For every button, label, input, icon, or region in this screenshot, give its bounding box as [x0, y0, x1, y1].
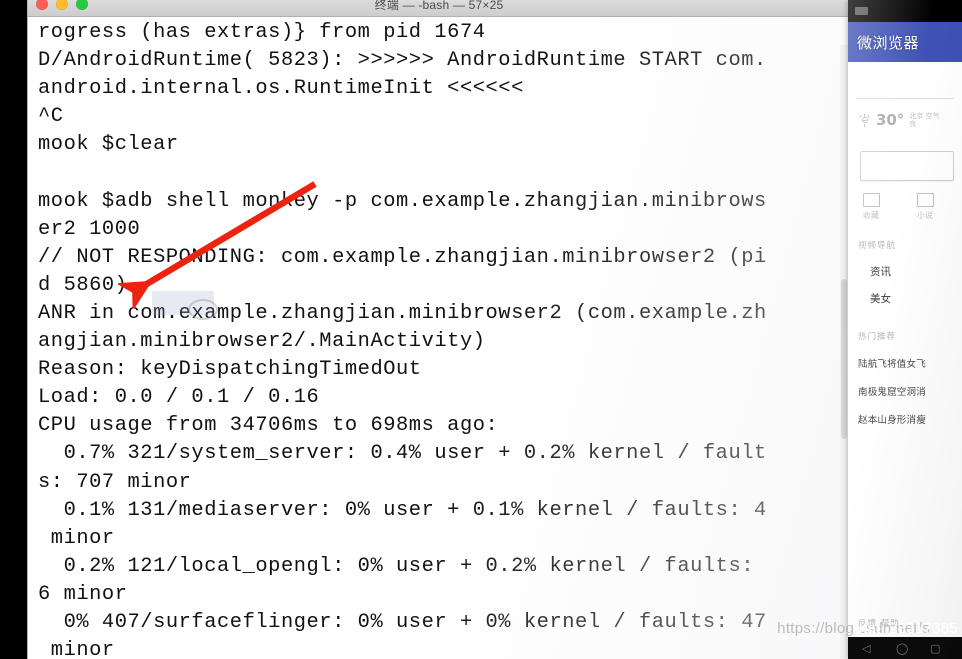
terminal-line: mook $clear	[38, 133, 179, 157]
back-icon[interactable]: ◁	[862, 642, 870, 655]
terminal-text: rogress (has extras)} from pid 1674 D/And…	[38, 19, 850, 659]
phone-navigation-bar: ◁ ◯ ▢	[848, 637, 962, 659]
terminal-line: Load: 0.0 / 0.1 / 0.16	[38, 386, 320, 410]
home-icon[interactable]: ◯	[896, 642, 908, 655]
terminal-line: er2 1000	[38, 217, 141, 241]
weather-temperature: 30°	[876, 111, 905, 129]
terminal-scrollbar[interactable]	[840, 45, 848, 659]
terminal-line: D/AndroidRuntime( 5823): >>>>>> AndroidR…	[38, 49, 767, 73]
section-items: 陆航飞将值女飞 南极鬼窟空洞消 赵本山身形消瘦	[848, 342, 962, 433]
list-item[interactable]: 赵本山身形消瘦	[848, 405, 962, 433]
quick-item-label: 小说	[917, 211, 933, 220]
quick-item-label: 收藏	[863, 211, 879, 220]
terminal-line: minor	[38, 639, 115, 659]
terminal-line: minor	[38, 526, 115, 550]
phone-action-bar: 微浏览器	[848, 22, 962, 62]
screenshot-root: 终端 — -bash — 57×25 rogress (has extras)}…	[0, 0, 962, 659]
terminal-scrollbar-thumb[interactable]	[841, 279, 847, 440]
weather-widget[interactable]: 30° 北京 空气 良	[848, 99, 962, 129]
book-icon	[916, 193, 934, 207]
phone-content-area[interactable]: 30° 北京 空气 良 收藏 小说 视频导航 资讯 美女 热门推荐 陆航飞将值女…	[848, 62, 962, 659]
app-title: 微浏览器	[857, 33, 920, 52]
weather-description: 北京 空气 良	[909, 112, 940, 128]
phone-status-bar	[848, 0, 962, 22]
list-item[interactable]: 美女	[848, 285, 962, 312]
terminal-line: angjian.minibrowser2/.MainActivity)	[38, 330, 486, 354]
search-input[interactable]	[860, 151, 954, 181]
terminal-line: 6 minor	[38, 582, 128, 606]
terminal-window[interactable]: 终端 — -bash — 57×25 rogress (has extras)}…	[28, 0, 850, 659]
terminal-line: ^C	[38, 105, 64, 129]
terminal-line: Reason: keyDispatchingTimedOut	[38, 358, 422, 382]
terminal-line: 0.2% 121/local_opengl: 0% user + 0.2% ke…	[38, 554, 755, 578]
terminal-line: CPU usage from 34706ms to 698ms ago:	[38, 414, 499, 438]
terminal-line: mook $adb shell monkey -p com.example.zh…	[38, 189, 767, 213]
terminal-line: 0.1% 131/mediaserver: 0% user + 0.1% ker…	[38, 498, 767, 522]
terminal-line: 0.7% 321/system_server: 0.4% user + 0.2%…	[38, 442, 767, 466]
section-video-nav: 视频导航 资讯 美女	[848, 239, 962, 312]
footer-links[interactable]: 反馈 帮助	[848, 617, 962, 629]
terminal-line: s: 707 minor	[38, 470, 192, 494]
window-title: 终端 — -bash — 57×25	[374, 0, 504, 12]
battery-icon	[855, 7, 868, 15]
terminal-line: ANR in com.example.zhangjian.minibrowser…	[38, 301, 767, 325]
list-item[interactable]: 陆航飞将值女飞	[848, 349, 962, 377]
android-device-screenshot: 微浏览器 30° 北京 空气 良 收藏 小说 视频导航 资讯 美女 热门推荐 陆…	[848, 0, 962, 659]
section-heading: 视频导航	[858, 241, 897, 251]
terminal-line: rogress (has extras)} from pid 1674	[38, 21, 486, 44]
sun-icon	[858, 113, 871, 127]
quick-item-bookmark[interactable]: 收藏	[858, 193, 884, 221]
terminal-line: d 5860)	[38, 273, 128, 297]
terminal-titlebar[interactable]: 终端 — -bash — 57×25	[28, 0, 850, 17]
quick-item-novel[interactable]: 小说	[912, 193, 938, 221]
terminal-line: android.internal.os.RuntimeInit <<<<<<	[38, 77, 524, 101]
terminal-line: // NOT RESPONDING: com.example.zhangjian…	[38, 245, 767, 269]
list-item[interactable]: 资讯	[848, 258, 962, 285]
section-items: 资讯 美女	[848, 251, 962, 312]
section-hot-news: 热门推荐 陆航飞将值女飞 南极鬼窟空洞消 赵本山身形消瘦	[848, 330, 962, 433]
section-heading: 热门推荐	[858, 332, 897, 342]
bookmark-icon	[862, 193, 880, 207]
recent-apps-icon[interactable]: ▢	[930, 642, 940, 655]
list-item[interactable]: 南极鬼窟空洞消	[848, 377, 962, 405]
terminal-line: 0% 407/surfaceflinger: 0% user + 0% kern…	[38, 610, 767, 634]
quick-access-grid: 收藏 小说	[848, 181, 962, 221]
terminal-output-area[interactable]: rogress (has extras)} from pid 1674 D/And…	[28, 17, 850, 659]
